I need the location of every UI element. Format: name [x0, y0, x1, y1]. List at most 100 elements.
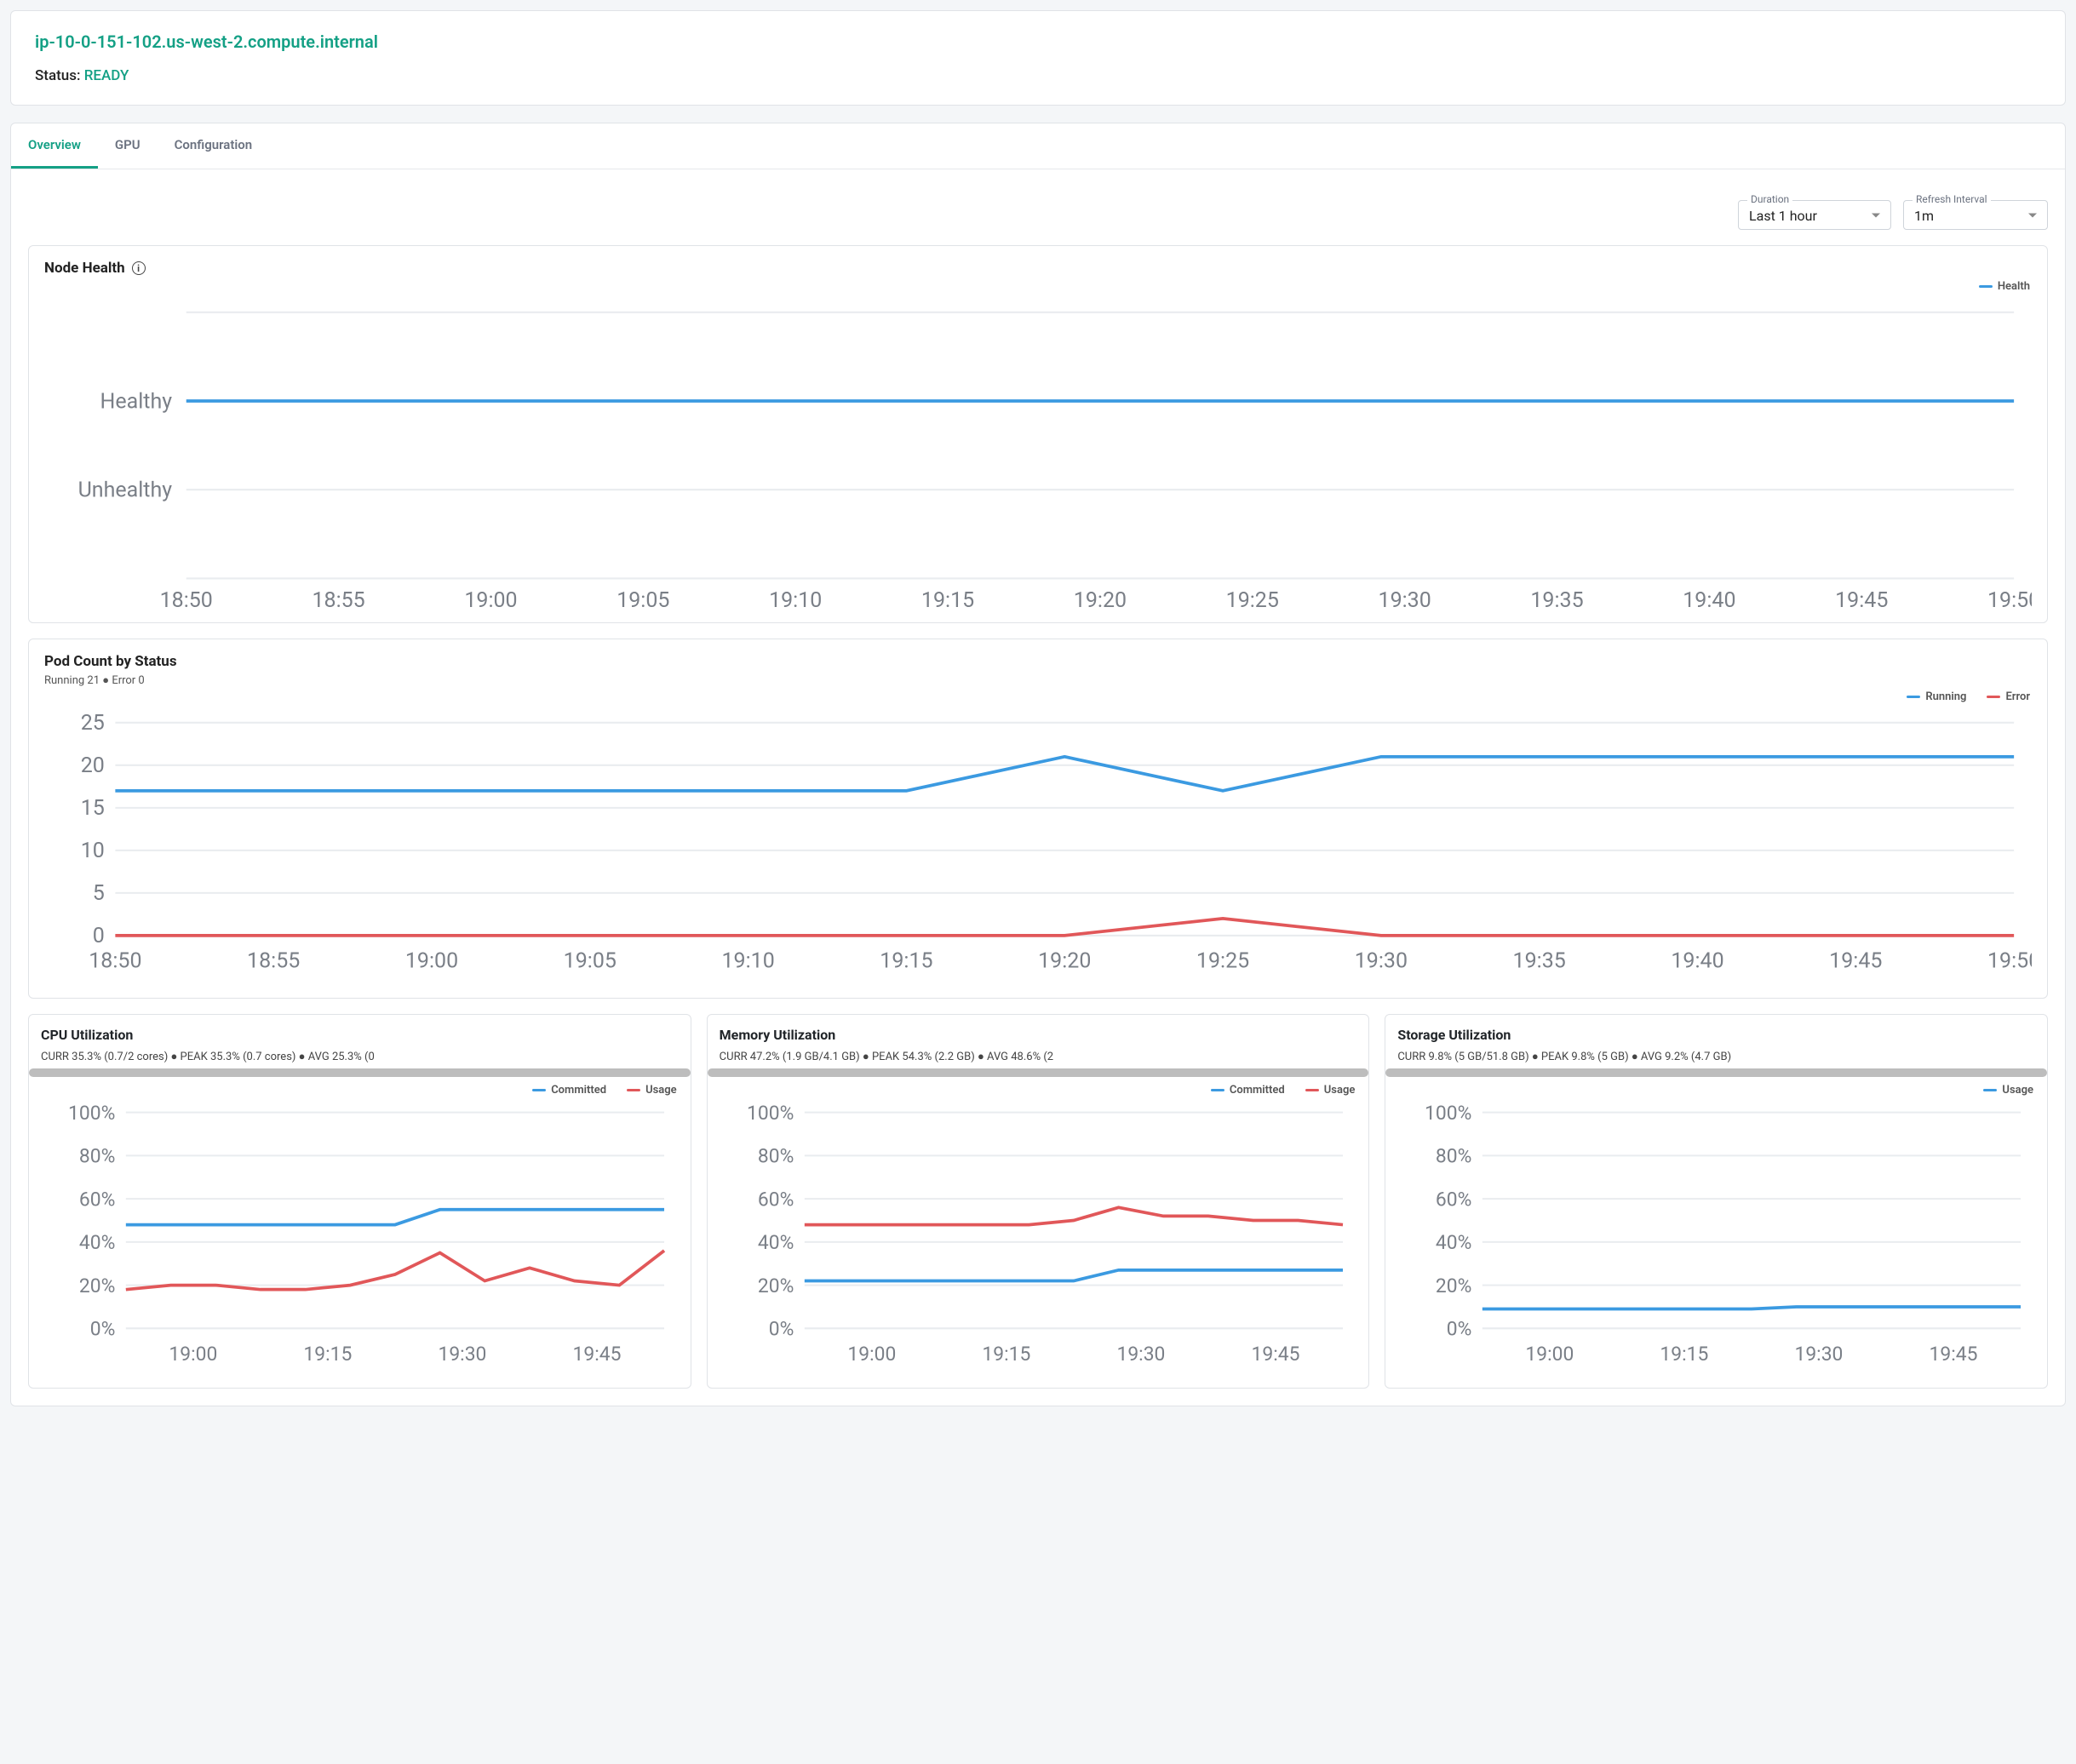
horizontal-scrollbar[interactable] — [1385, 1068, 2047, 1077]
tabs: Overview GPU Configuration — [11, 123, 2065, 169]
legend-health: Health — [1979, 280, 2030, 293]
storage-title: Storage Utilization — [1397, 1027, 2035, 1043]
legend-swatch-icon — [1907, 696, 1920, 698]
legend-label: Health — [1998, 280, 2030, 293]
storage-chart: 100%80%60%40%20%0%19:0019:1519:3019:45 — [1397, 1098, 2035, 1382]
node-name-link[interactable]: ip-10-0-151-102.us-west-2.compute.intern… — [35, 32, 2041, 52]
svg-text:19:30: 19:30 — [1116, 1342, 1165, 1365]
duration-select[interactable]: Duration Last 1 hour — [1738, 200, 1891, 230]
svg-text:18:55: 18:55 — [247, 949, 300, 974]
svg-text:60%: 60% — [1436, 1188, 1471, 1211]
svg-text:19:30: 19:30 — [1795, 1342, 1844, 1365]
legend-swatch-icon — [1983, 1089, 1997, 1091]
pod-count-sub: Running 21 ● Error 0 — [44, 673, 2032, 687]
tab-overview[interactable]: Overview — [11, 123, 98, 169]
svg-text:19:45: 19:45 — [1829, 949, 1882, 974]
refresh-value: 1m — [1914, 208, 1934, 224]
svg-text:19:15: 19:15 — [921, 588, 974, 613]
svg-text:19:05: 19:05 — [564, 949, 616, 974]
svg-text:19:05: 19:05 — [616, 588, 669, 613]
svg-text:19:45: 19:45 — [573, 1342, 622, 1365]
svg-text:19:10: 19:10 — [721, 949, 774, 974]
svg-text:19:15: 19:15 — [982, 1342, 1030, 1365]
x-axis: 18:5018:5519:0019:0519:1019:1519:2019:25… — [160, 588, 2032, 613]
svg-text:19:30: 19:30 — [1379, 588, 1431, 613]
svg-text:19:15: 19:15 — [1660, 1342, 1709, 1365]
svg-text:19:20: 19:20 — [1038, 949, 1091, 974]
pod-count-legend: Running Error — [44, 690, 2030, 703]
y-tick: Unhealthy — [78, 478, 173, 503]
title-text: Pod Count by Status — [44, 653, 177, 670]
svg-text:40%: 40% — [758, 1231, 794, 1254]
svg-text:80%: 80% — [758, 1144, 794, 1167]
legend-label: Usage — [2002, 1084, 2033, 1097]
memory-chart: 100%80%60%40%20%0%19:0019:1519:3019:45 — [720, 1098, 1357, 1382]
svg-text:40%: 40% — [79, 1231, 115, 1254]
svg-text:20%: 20% — [1436, 1274, 1471, 1297]
svg-text:18:50: 18:50 — [89, 949, 141, 974]
svg-text:25: 25 — [81, 711, 105, 736]
svg-text:0%: 0% — [90, 1317, 116, 1340]
series-committed — [805, 1269, 1343, 1280]
legend-swatch-icon — [1979, 285, 1993, 288]
status-value: READY — [84, 67, 129, 84]
svg-text:19:50: 19:50 — [1987, 588, 2032, 613]
legend-usage: Usage — [1305, 1084, 1356, 1097]
horizontal-scrollbar[interactable] — [708, 1068, 1369, 1077]
cpu-title: CPU Utilization — [41, 1027, 679, 1043]
svg-text:19:00: 19:00 — [169, 1342, 217, 1365]
cpu-stats: CURR 35.3% (0.7/2 cores) ● PEAK 35.3% (0… — [41, 1050, 679, 1063]
legend-usage: Usage — [627, 1084, 677, 1097]
node-status: Status: READY — [35, 67, 2041, 84]
svg-text:5: 5 — [93, 881, 105, 906]
svg-text:0: 0 — [93, 924, 105, 948]
svg-text:19:15: 19:15 — [880, 949, 932, 974]
main-panel: Overview GPU Configuration Duration Last… — [10, 123, 2066, 1406]
node-health-title: Node Health i — [44, 260, 2032, 277]
pod-count-chart: 2520151050 18:5018:5519:0019:0519:1019:1… — [44, 705, 2032, 988]
svg-text:20: 20 — [81, 753, 105, 778]
legend-label: Running — [1925, 690, 1966, 703]
svg-text:80%: 80% — [1436, 1144, 1471, 1167]
svg-text:19:40: 19:40 — [1683, 588, 1735, 613]
legend-swatch-icon — [1211, 1089, 1224, 1091]
svg-text:19:35: 19:35 — [1513, 949, 1566, 974]
series-usage — [126, 1251, 664, 1290]
svg-text:19:25: 19:25 — [1226, 588, 1279, 613]
horizontal-scrollbar[interactable] — [29, 1068, 691, 1077]
y-tick: Healthy — [100, 389, 173, 414]
info-icon[interactable]: i — [132, 261, 146, 275]
time-controls: Duration Last 1 hour Refresh Interval 1m — [11, 169, 2065, 237]
legend-label: Committed — [1230, 1084, 1285, 1097]
svg-text:19:50: 19:50 — [1987, 949, 2032, 974]
svg-text:19:00: 19:00 — [405, 949, 458, 974]
chevron-down-icon — [2028, 213, 2037, 217]
node-health-card: Node Health i Health He — [28, 245, 2048, 623]
legend-swatch-icon — [627, 1089, 640, 1091]
tab-gpu[interactable]: GPU — [98, 123, 158, 169]
memory-util-card: Memory Utilization CURR 47.2% (1.9 GB/4.… — [707, 1014, 1370, 1389]
svg-text:19:00: 19:00 — [1526, 1342, 1574, 1365]
tab-configuration[interactable]: Configuration — [158, 123, 270, 169]
svg-text:19:45: 19:45 — [1251, 1342, 1299, 1365]
status-label: Status: — [35, 67, 80, 84]
storage-stats: CURR 9.8% (5 GB/51.8 GB) ● PEAK 9.8% (5 … — [1397, 1050, 2035, 1063]
memory-title: Memory Utilization — [720, 1027, 1357, 1043]
cpu-legend: Committed Usage — [41, 1084, 677, 1097]
svg-text:19:25: 19:25 — [1196, 949, 1249, 974]
svg-text:19:30: 19:30 — [438, 1342, 486, 1365]
node-health-chart: Healthy Unhealthy 18:5018:5519:0019:0519… — [44, 295, 2032, 614]
legend-swatch-icon — [532, 1089, 546, 1091]
series-usage — [805, 1207, 1343, 1224]
svg-text:19:15: 19:15 — [303, 1342, 352, 1365]
chevron-down-icon — [1872, 213, 1880, 217]
cpu-util-card: CPU Utilization CURR 35.3% (0.7/2 cores)… — [28, 1014, 691, 1389]
svg-text:19:10: 19:10 — [769, 588, 822, 613]
node-health-legend: Health — [44, 280, 2030, 293]
svg-text:40%: 40% — [1436, 1231, 1471, 1254]
svg-text:19:00: 19:00 — [847, 1342, 896, 1365]
svg-text:19:20: 19:20 — [1074, 588, 1127, 613]
svg-text:19:40: 19:40 — [1671, 949, 1723, 974]
refresh-interval-select[interactable]: Refresh Interval 1m — [1903, 200, 2048, 230]
node-header-card: ip-10-0-151-102.us-west-2.compute.intern… — [10, 10, 2066, 106]
